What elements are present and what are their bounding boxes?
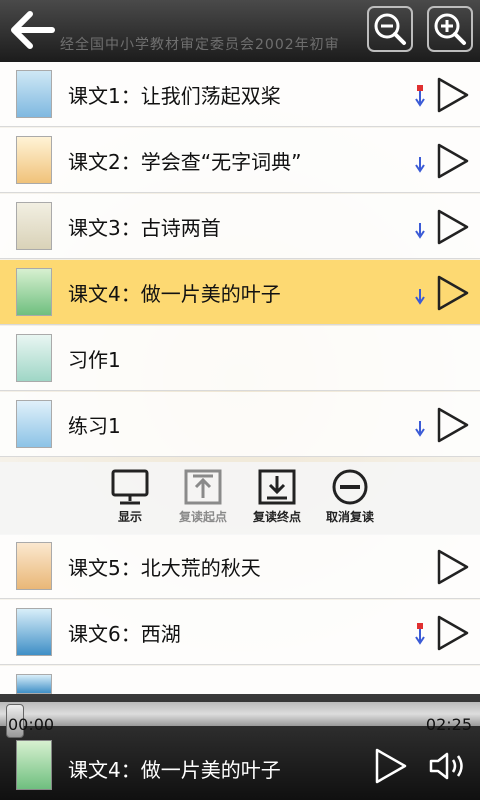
repeat-toolbar: 显示 复读起点 复读终点 取消复读 bbox=[0, 462, 480, 535]
play-icon[interactable] bbox=[436, 407, 470, 443]
download-icon[interactable] bbox=[414, 151, 426, 173]
download-icon[interactable] bbox=[414, 283, 426, 305]
play-icon[interactable] bbox=[436, 77, 470, 113]
repeat-start-icon bbox=[184, 469, 222, 505]
zoom-out-icon bbox=[374, 13, 406, 45]
lesson-row-partial bbox=[0, 666, 480, 694]
now-playing-thumbnail bbox=[16, 740, 52, 790]
lesson-thumbnail bbox=[16, 70, 52, 118]
lesson-thumbnail bbox=[16, 400, 52, 448]
lesson-title: 课文1：让我们荡起双桨 bbox=[68, 84, 281, 108]
lesson-title: 课文2：学会查“无字词典” bbox=[68, 150, 302, 174]
download-icon[interactable] bbox=[414, 85, 426, 107]
lesson-thumbnail bbox=[16, 334, 52, 382]
play-icon[interactable] bbox=[436, 549, 470, 585]
lesson-row-8[interactable]: 课文6：西湖 bbox=[0, 600, 480, 665]
back-button[interactable] bbox=[8, 10, 56, 50]
lesson-title: 课文6：西湖 bbox=[68, 622, 181, 646]
zoom-out-button[interactable] bbox=[367, 6, 413, 52]
cancel-repeat-label: 取消复读 bbox=[325, 510, 374, 524]
top-bar: 经全国中小学教材审定委员会2002年初审 bbox=[0, 0, 480, 62]
repeat-start-label: 复读起点 bbox=[178, 510, 227, 524]
zoom-in-button[interactable] bbox=[427, 6, 473, 52]
cancel-repeat-button[interactable]: 取消复读 bbox=[308, 468, 392, 525]
zoom-in-icon bbox=[434, 13, 466, 45]
player-play-icon[interactable] bbox=[374, 748, 408, 784]
download-icon[interactable] bbox=[414, 623, 426, 645]
repeat-start-button[interactable]: 复读起点 bbox=[161, 468, 245, 525]
lesson-row-1[interactable]: 课文1：让我们荡起双桨 bbox=[0, 62, 480, 127]
total-time: 02:25 bbox=[425, 715, 472, 734]
play-icon[interactable] bbox=[436, 143, 470, 179]
volume-icon[interactable] bbox=[428, 750, 470, 782]
lesson-row-6[interactable]: 练习1 bbox=[0, 392, 480, 457]
lesson-thumbnail bbox=[16, 608, 52, 656]
lesson-thumbnail bbox=[16, 674, 52, 694]
cancel-icon bbox=[332, 469, 368, 505]
current-time: 00:00 bbox=[8, 715, 55, 734]
play-icon[interactable] bbox=[436, 615, 470, 651]
repeat-end-icon bbox=[258, 469, 296, 505]
lesson-thumbnail bbox=[16, 136, 52, 184]
audio-player: 00:00 02:25 课文4：做一片美的叶子 bbox=[0, 694, 480, 800]
lesson-row-5[interactable]: 习作1 bbox=[0, 326, 480, 391]
display-label: 显示 bbox=[117, 510, 142, 524]
now-playing-title: 课文4：做一片美的叶子 bbox=[68, 758, 281, 782]
display-button[interactable]: 显示 bbox=[88, 468, 172, 525]
seek-bar[interactable]: 00:00 02:25 bbox=[0, 702, 480, 738]
lesson-row-3[interactable]: 课文3：古诗两首 bbox=[0, 194, 480, 259]
lesson-title: 课文5：北大荒的秋天 bbox=[68, 556, 261, 580]
repeat-end-button[interactable]: 复读终点 bbox=[235, 468, 319, 525]
lesson-row-4-active[interactable]: 课文4：做一片美的叶子 bbox=[0, 260, 480, 325]
download-icon[interactable] bbox=[414, 415, 426, 437]
lesson-title: 习作1 bbox=[68, 348, 121, 372]
play-icon[interactable] bbox=[436, 275, 470, 311]
back-arrow-icon bbox=[11, 11, 55, 49]
lesson-title: 练习1 bbox=[68, 414, 121, 438]
lesson-thumbnail bbox=[16, 202, 52, 250]
repeat-end-label: 复读终点 bbox=[252, 510, 301, 524]
lesson-row-2[interactable]: 课文2：学会查“无字词典” bbox=[0, 128, 480, 193]
lesson-title: 课文4：做一片美的叶子 bbox=[68, 282, 281, 306]
lesson-thumbnail bbox=[16, 542, 52, 590]
monitor-icon bbox=[111, 469, 149, 505]
play-icon[interactable] bbox=[436, 209, 470, 245]
lesson-row-7[interactable]: 课文5：北大荒的秋天 bbox=[0, 534, 480, 599]
lesson-thumbnail bbox=[16, 268, 52, 316]
header-watermark: 经全国中小学教材审定委员会2002年初审 bbox=[60, 37, 340, 53]
download-icon[interactable] bbox=[414, 217, 426, 239]
lesson-title: 课文3：古诗两首 bbox=[68, 216, 221, 240]
